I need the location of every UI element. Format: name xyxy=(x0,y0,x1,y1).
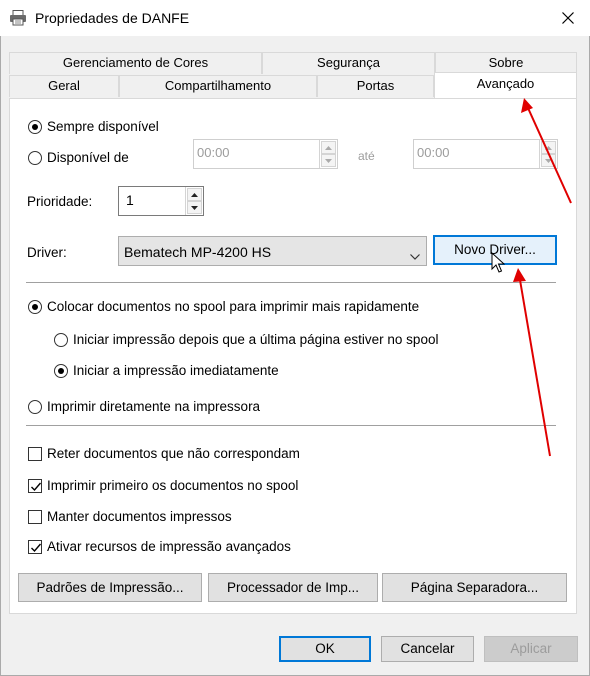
from-time-down-icon[interactable] xyxy=(321,154,336,167)
tab-gerenciamento-de-cores[interactable]: Gerenciamento de Cores xyxy=(9,52,262,74)
ok-button[interactable]: OK xyxy=(279,636,371,662)
tab-sobre[interactable]: Sobre xyxy=(435,52,577,74)
to-time-field[interactable]: 00:00 xyxy=(413,139,558,169)
available-from-label: Disponível de xyxy=(47,150,129,165)
print-direct-label: Imprimir diretamente na impressora xyxy=(47,399,261,414)
from-time-field[interactable]: 00:00 xyxy=(193,139,338,169)
priority-up-icon[interactable] xyxy=(187,188,202,201)
cancel-button[interactable]: Cancelar xyxy=(381,636,474,662)
tab-seguranca[interactable]: Segurança xyxy=(262,52,435,74)
spooled-first-label: Imprimir primeiro os documentos no spool xyxy=(47,478,299,493)
radio-start-after-last-page[interactable] xyxy=(54,333,68,347)
hold-mismatched-label: Reter documentos que não correspondam xyxy=(47,446,300,461)
spool-label: Colocar documentos no spool para imprimi… xyxy=(47,299,420,314)
to-time-value: 00:00 xyxy=(417,145,450,160)
driver-selected-value: Bematech MP-4200 HS xyxy=(124,244,272,260)
tab-compartilhamento[interactable]: Compartilhamento xyxy=(119,75,317,97)
priority-down-icon[interactable] xyxy=(187,201,202,214)
radio-spool[interactable] xyxy=(28,300,42,314)
to-time-down-icon[interactable] xyxy=(541,154,556,167)
priority-value: 1 xyxy=(126,192,134,208)
priority-label: Prioridade: xyxy=(27,194,93,209)
keep-printed-label: Manter documentos impressos xyxy=(47,509,232,524)
advanced-features-label: Ativar recursos de impressão avançados xyxy=(47,539,291,554)
until-label: até xyxy=(358,149,375,163)
window-title: Propriedades de DANFE xyxy=(35,10,190,26)
close-button[interactable] xyxy=(550,2,586,34)
driver-dropdown[interactable]: Bematech MP-4200 HS xyxy=(118,236,427,266)
radio-start-immediately[interactable] xyxy=(54,364,68,378)
print-processor-button[interactable]: Processador de Imp... xyxy=(208,573,378,602)
to-time-up-icon[interactable] xyxy=(541,141,556,154)
priority-stepper[interactable]: 1 xyxy=(118,186,204,216)
radio-print-direct[interactable] xyxy=(28,400,42,414)
always-available-label: Sempre disponível xyxy=(47,119,159,134)
tab-avancado[interactable]: Avançado xyxy=(434,72,577,98)
tab-geral[interactable]: Geral xyxy=(9,75,119,97)
separator xyxy=(26,425,556,426)
close-icon xyxy=(562,12,574,24)
checkbox-spooled-first[interactable] xyxy=(28,479,42,493)
driver-label: Driver: xyxy=(27,245,67,260)
advanced-tab-panel xyxy=(9,98,577,614)
printing-defaults-button[interactable]: Padrões de Impressão... xyxy=(18,573,202,602)
tab-portas[interactable]: Portas xyxy=(317,75,434,97)
title-bar: Propriedades de DANFE xyxy=(0,0,590,36)
checkbox-advanced-features[interactable] xyxy=(28,540,42,554)
radio-available-from[interactable] xyxy=(28,151,42,165)
separator xyxy=(26,282,556,283)
mouse-cursor-icon xyxy=(491,251,506,277)
apply-button[interactable]: Aplicar xyxy=(484,636,578,662)
checkmark-icon xyxy=(31,543,42,553)
radio-always-available[interactable] xyxy=(28,120,42,134)
chevron-down-icon xyxy=(410,248,420,263)
from-time-up-icon[interactable] xyxy=(321,141,336,154)
start-immediately-label: Iniciar a impressão imediatamente xyxy=(73,363,279,378)
start-after-last-page-label: Iniciar impressão depois que a última pá… xyxy=(73,332,439,347)
checkmark-icon xyxy=(31,482,42,492)
checkbox-hold-mismatched[interactable] xyxy=(28,447,42,461)
from-time-value: 00:00 xyxy=(197,145,230,160)
checkbox-keep-printed[interactable] xyxy=(28,510,42,524)
printer-icon xyxy=(9,10,27,26)
separator-page-button[interactable]: Página Separadora... xyxy=(382,573,567,602)
